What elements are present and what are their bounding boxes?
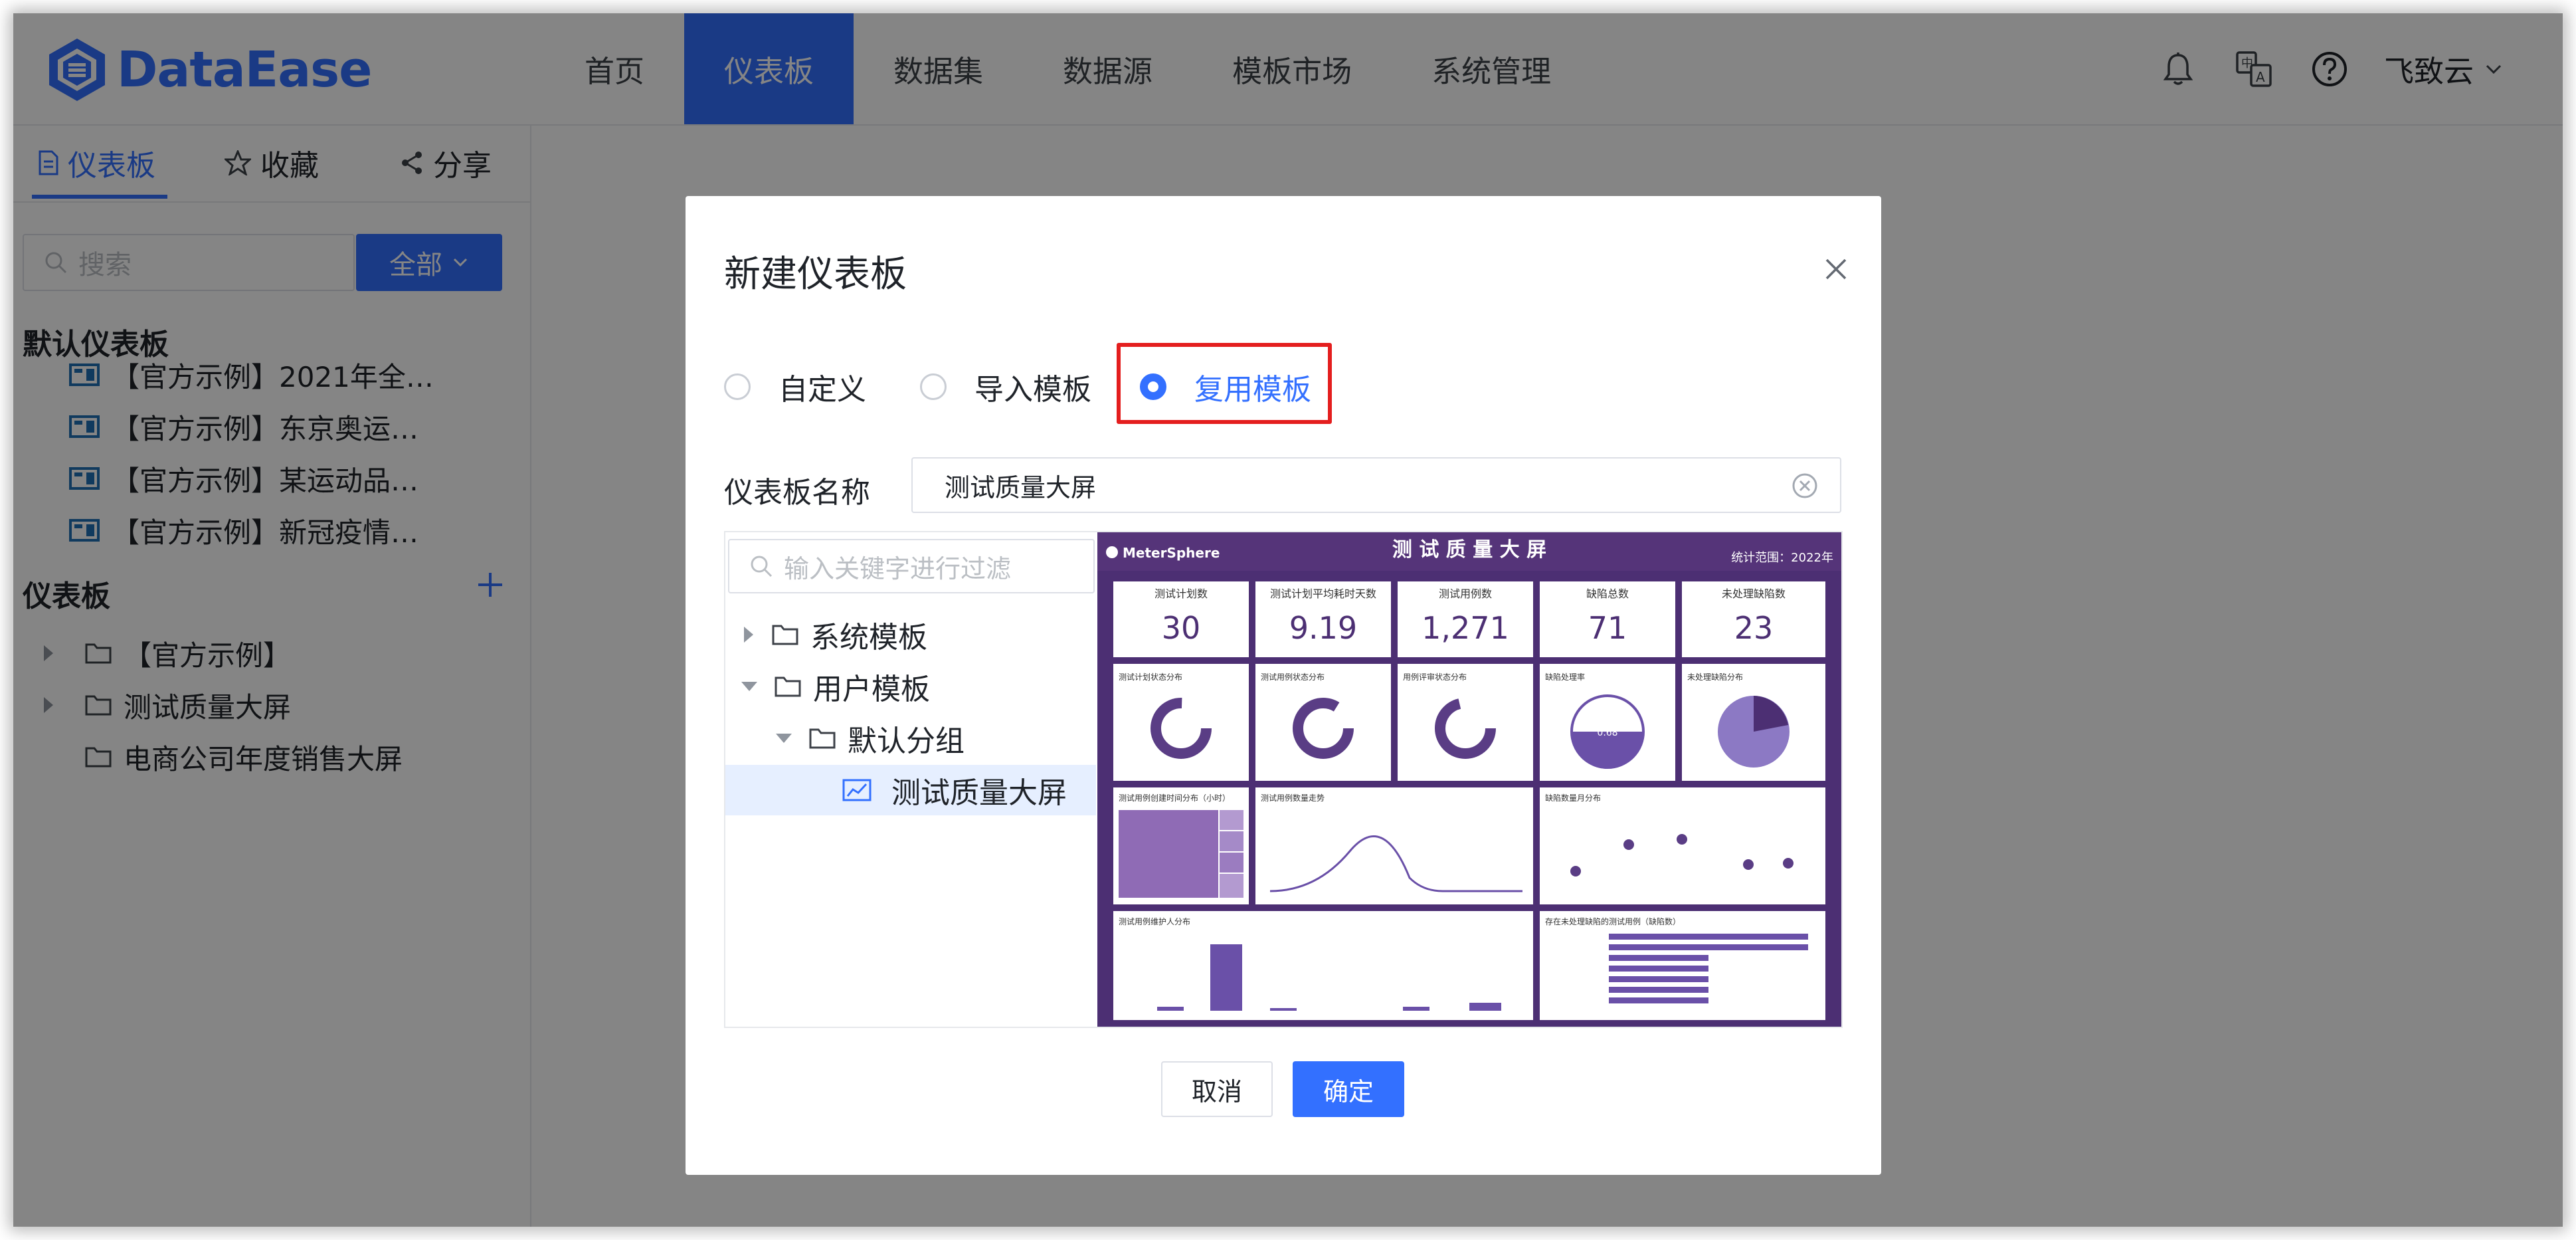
template-filter-placeholder: 输入关键字进行过滤 — [784, 554, 1012, 583]
template-icon — [842, 779, 872, 801]
svg-text:缺陷处理率: 缺陷处理率 — [1545, 672, 1585, 682]
kpi-label: 测试计划平均耗时天数 — [1270, 587, 1376, 600]
kpi-value: 9.19 — [1289, 610, 1357, 646]
preview-middle-row: 测试用例创建时间分布（小时） 测试用例数量走势 缺陷数量月分布 — [1113, 787, 1825, 904]
radio-custom-label: 自定义 — [779, 373, 866, 407]
kpi-label: 未处理缺陷数 — [1722, 587, 1786, 600]
kpi-label: 测试用例数 — [1439, 587, 1492, 600]
radio-import-label: 导入模板 — [974, 373, 1091, 407]
template-tree-node[interactable]: 系统模板 — [744, 609, 927, 660]
svg-text:测试计划状态分布: 测试计划状态分布 — [1119, 672, 1182, 682]
close-icon[interactable] — [1820, 253, 1852, 285]
preview-range: 统计范围：2022年 — [1731, 551, 1833, 565]
template-tree-node-selected[interactable]: 测试质量大屏 — [725, 765, 1096, 815]
highlight-box — [1117, 343, 1332, 424]
template-tree-label: 默认分组 — [848, 724, 965, 758]
svg-text:测试用例数量走势: 测试用例数量走势 — [1261, 793, 1325, 803]
folder-icon — [809, 728, 836, 749]
template-tree-label: 用户模板 — [813, 672, 930, 706]
folder-icon — [775, 676, 801, 697]
dashboard-name-input[interactable]: 测试质量大屏 — [911, 457, 1841, 513]
kpi-value: 71 — [1588, 610, 1627, 646]
template-tree-label: 系统模板 — [810, 621, 927, 655]
caret-down-icon — [741, 682, 757, 691]
name-input-value: 测试质量大屏 — [945, 472, 1097, 502]
svg-text:0.68: 0.68 — [1597, 728, 1617, 738]
preview-bottom-row: 测试用例维护人分布 存在未处理缺陷的测试用例（缺陷数） — [1113, 911, 1825, 1020]
folder-icon — [772, 625, 798, 645]
dialog-title: 新建仪表板 — [724, 253, 907, 295]
template-preview: MeterSphere 测 试 质 量 大 屏 统计范围：2022年 测试计划数… — [1097, 532, 1841, 1027]
kpi-value: 30 — [1162, 610, 1201, 646]
template-tree-label: 测试质量大屏 — [891, 776, 1067, 810]
svg-text:测试用例创建时间分布（小时）: 测试用例创建时间分布（小时） — [1119, 793, 1230, 803]
svg-text:用例评审状态分布: 用例评审状态分布 — [1403, 672, 1467, 682]
radio-circle — [724, 373, 751, 400]
preview-kpi-row: 测试计划数 30 测试计划平均耗时天数 9.19 测试用例数 1,271 缺陷总… — [1113, 581, 1825, 657]
clear-icon[interactable] — [1791, 472, 1819, 500]
preview-brand: MeterSphere — [1123, 545, 1220, 561]
radio-custom[interactable]: 自定义 — [724, 363, 866, 410]
svg-text:存在未处理缺陷的测试用例（缺陷数）: 存在未处理缺陷的测试用例（缺陷数） — [1545, 916, 1681, 926]
template-preview-image: MeterSphere 测 试 质 量 大 屏 统计范围：2022年 测试计划数… — [1097, 532, 1841, 1027]
preview-title: 测 试 质 量 大 屏 — [1392, 538, 1546, 562]
caret-down-icon — [776, 734, 792, 743]
confirm-button[interactable]: 确定 — [1293, 1061, 1404, 1117]
kpi-value: 23 — [1734, 610, 1774, 646]
caret-right-icon — [744, 627, 753, 643]
cancel-button[interactable]: 取消 — [1161, 1061, 1273, 1117]
template-tree-node[interactable]: 用户模板 — [741, 661, 930, 712]
name-label: 仪表板名称 — [724, 476, 870, 510]
svg-text:测试用例状态分布: 测试用例状态分布 — [1261, 672, 1325, 682]
svg-text:测试用例维护人分布: 测试用例维护人分布 — [1119, 916, 1190, 926]
svg-text:缺陷数量月分布: 缺陷数量月分布 — [1545, 793, 1601, 803]
kpi-label: 测试计划数 — [1154, 587, 1208, 600]
search-icon — [751, 556, 773, 577]
radio-circle — [920, 373, 947, 400]
template-filter-input[interactable]: 输入关键字进行过滤 — [728, 539, 1095, 593]
new-dashboard-dialog: 新建仪表板 自定义 导入模板 复用模板 仪表板名称 测试质量大屏 输入关键字进行… — [686, 196, 1881, 1175]
template-tree-node[interactable]: 默认分组 — [776, 713, 965, 764]
radio-import-template[interactable]: 导入模板 — [920, 363, 1091, 410]
app-window: DataEase 首页 仪表板 数据集 数据源 模板市场 系统管理 中A 飞致云 — [13, 13, 2563, 1227]
svg-text:未处理缺陷分布: 未处理缺陷分布 — [1687, 672, 1743, 682]
template-panel: 输入关键字进行过滤 系统模板 用户模板 默认分组 测试质量大屏 MeterSph… — [724, 531, 1843, 1028]
kpi-label: 缺陷总数 — [1586, 587, 1629, 600]
kpi-value: 1,271 — [1422, 610, 1509, 646]
preview-donut-row: 测试计划状态分布 测试用例状态分布 用例评审状态分布 缺陷处理率 0.68 未处… — [1113, 664, 1825, 781]
